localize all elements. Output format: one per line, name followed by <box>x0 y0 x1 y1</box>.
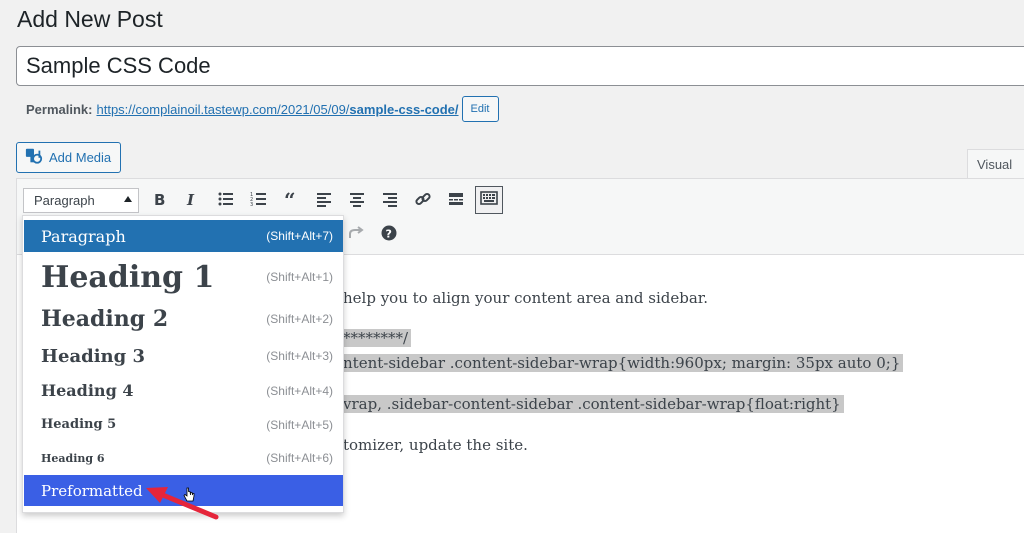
permalink-slug: sample-css-code/ <box>349 101 459 117</box>
permalink-link[interactable]: https://complainoil.tastewp.com/2021/05/… <box>96 102 458 117</box>
format-dropdown-menu: Paragraph (Shift+Alt+7) Heading 1 (Shift… <box>22 215 344 513</box>
media-icon <box>25 147 43 168</box>
permalink-url-prefix: https://complainoil.tastewp.com/2021/05/… <box>96 101 350 117</box>
help-button[interactable]: ? <box>375 221 403 249</box>
bulleted-list-icon <box>217 190 235 213</box>
svg-text:B: B <box>154 191 165 208</box>
help-icon: ? <box>380 224 398 247</box>
format-option-heading-3[interactable]: Heading 3 (Shift+Alt+3) <box>24 339 343 373</box>
format-option-label: Heading 2 <box>41 306 169 332</box>
bold-button[interactable]: B <box>145 187 173 215</box>
svg-text:?: ? <box>386 227 392 240</box>
tab-visual[interactable]: Visual <box>967 149 1024 179</box>
code-line: vrap, .sidebar-content-sidebar .content-… <box>340 395 844 413</box>
hand-cursor-icon <box>183 487 195 502</box>
permalink-row: Permalink: https://complainoil.tastewp.c… <box>26 96 499 122</box>
format-option-label: Heading 4 <box>41 381 134 400</box>
chevron-up-icon <box>124 196 132 202</box>
italic-button[interactable]: I <box>177 187 205 215</box>
format-option-heading-6[interactable]: Heading 6 (Shift+Alt+6) <box>24 442 343 474</box>
format-option-heading-1[interactable]: Heading 1 (Shift+Alt+1) <box>24 254 343 300</box>
add-media-button[interactable]: Add Media <box>16 142 122 173</box>
blockquote-button[interactable]: “ <box>278 187 306 215</box>
bold-icon: B <box>150 190 168 213</box>
align-right-icon <box>381 190 399 213</box>
align-left-icon <box>315 190 333 213</box>
format-option-shortcut: (Shift+Alt+7) <box>266 229 333 243</box>
read-more-button[interactable] <box>442 187 470 215</box>
code-line: ntent-sidebar .content-sidebar-wrap{widt… <box>340 354 904 372</box>
align-center-icon <box>348 190 366 213</box>
page-title: Add New Post <box>17 6 163 32</box>
redo-icon <box>347 224 365 247</box>
read-more-icon <box>447 190 465 213</box>
format-option-paragraph[interactable]: Paragraph (Shift+Alt+7) <box>24 220 343 252</box>
format-option-heading-2[interactable]: Heading 2 (Shift+Alt+2) <box>24 302 343 336</box>
add-media-label: Add Media <box>49 150 112 165</box>
code-line: ********/ <box>340 329 412 347</box>
format-option-shortcut: (Shift+Alt+2) <box>266 312 333 326</box>
content-line: tomizer, update the site. <box>343 436 528 454</box>
format-option-shortcut: (Shift+Alt+5) <box>266 417 333 432</box>
italic-icon: I <box>182 190 200 213</box>
numbered-list-button[interactable]: 123 <box>245 187 273 215</box>
format-option-heading-4[interactable]: Heading 4 (Shift+Alt+4) <box>24 374 343 407</box>
format-option-label: Heading 6 <box>41 451 105 465</box>
toolbar-toggle-icon <box>480 189 498 212</box>
blockquote-icon: “ <box>283 188 301 213</box>
format-option-label: Heading 5 <box>41 417 117 432</box>
format-option-shortcut: (Shift+Alt+6) <box>266 451 333 465</box>
bulleted-list-button[interactable] <box>212 187 240 215</box>
link-icon <box>414 190 432 213</box>
numbered-list-icon: 123 <box>250 190 268 213</box>
format-option-shortcut: (Shift+Alt+3) <box>266 349 333 363</box>
toolbar-toggle-button[interactable] <box>475 186 503 214</box>
format-option-heading-5[interactable]: Heading 5 (Shift+Alt+5) <box>24 408 343 441</box>
align-left-button[interactable] <box>310 187 338 215</box>
align-right-button[interactable] <box>376 187 404 215</box>
format-option-label: Preformatted <box>41 481 143 500</box>
format-option-label: Heading 3 <box>41 345 146 367</box>
redo-button[interactable] <box>342 221 370 249</box>
post-title-input[interactable]: Sample CSS Code <box>16 46 1024 86</box>
svg-text:3: 3 <box>250 202 253 208</box>
svg-text:“: “ <box>284 190 296 208</box>
edit-permalink-button[interactable]: Edit <box>461 96 499 122</box>
format-select-value: Paragraph <box>34 193 95 208</box>
permalink-label: Permalink: <box>26 101 93 117</box>
format-option-shortcut: (Shift+Alt+4) <box>266 383 333 398</box>
format-option-shortcut: (Shift+Alt+1) <box>266 270 333 284</box>
svg-text:I: I <box>186 191 195 208</box>
format-select[interactable]: Paragraph <box>23 188 139 213</box>
format-option-label: Paragraph <box>41 226 126 246</box>
content-line: help you to align your content area and … <box>343 289 709 307</box>
insert-link-button[interactable] <box>409 187 437 215</box>
align-center-button[interactable] <box>343 187 371 215</box>
format-option-label: Heading 1 <box>41 259 215 295</box>
